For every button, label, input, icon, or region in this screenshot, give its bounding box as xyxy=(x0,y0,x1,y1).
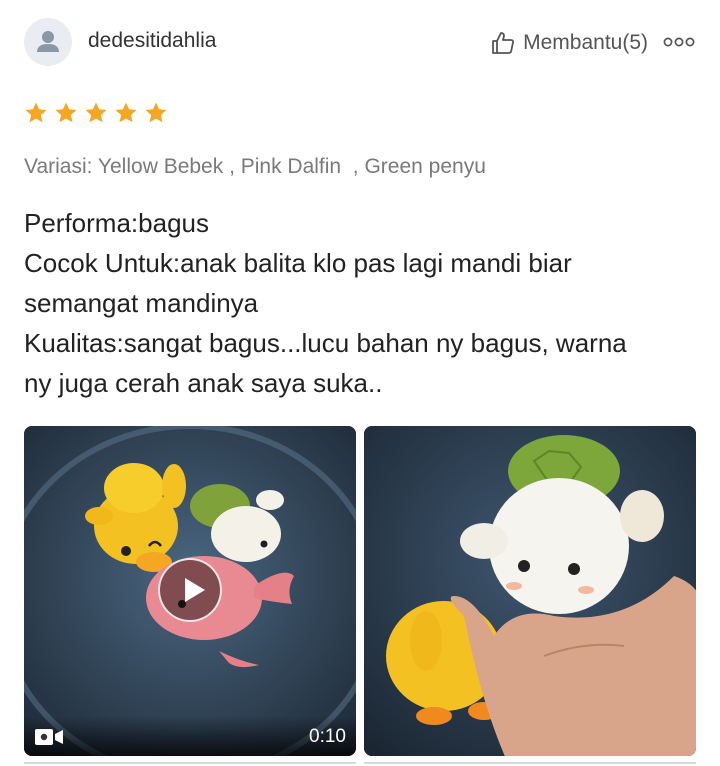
star-icon xyxy=(85,102,107,123)
more-options-icon[interactable] xyxy=(662,32,696,52)
thumbs-up-icon xyxy=(492,32,515,54)
divider xyxy=(364,762,696,764)
review-line-2: Cocok Untuk:anak balita klo pas lagi man… xyxy=(24,248,572,278)
helpful-button[interactable]: Membantu(5) xyxy=(490,30,648,56)
reviewer-username[interactable]: dedesitidahlia xyxy=(88,29,216,53)
star-icon xyxy=(145,102,167,123)
variation-text: Variasi: Yellow Bebek , Pink Dalfin , Gr… xyxy=(24,155,486,178)
star-rating xyxy=(24,101,168,125)
review-line-5: ny juga cerah anak saya suka.. xyxy=(24,368,383,398)
avatar[interactable] xyxy=(24,18,72,66)
divider xyxy=(24,762,356,764)
photo-scene-image xyxy=(364,426,696,756)
helpful-count-label: Membantu(5) xyxy=(523,31,648,54)
review-line-4: Kualitas:sangat bagus...lucu bahan ny ba… xyxy=(24,328,627,358)
star-icon xyxy=(25,102,47,123)
review-body: Performa:bagus Cocok Untuk:anak balita k… xyxy=(24,203,704,403)
review-card: dedesitidahlia Membantu(5) Variasi: Yell… xyxy=(0,0,720,766)
star-icon xyxy=(115,102,137,123)
review-photo-thumbnail[interactable] xyxy=(364,426,696,756)
review-line-1: Performa:bagus xyxy=(24,208,209,238)
review-line-3: semangat mandinya xyxy=(24,288,259,318)
video-info-bar: 0:10 xyxy=(24,716,356,756)
video-duration: 0:10 xyxy=(309,726,346,747)
play-icon[interactable] xyxy=(158,558,222,622)
video-camera-icon xyxy=(35,729,63,745)
review-header: dedesitidahlia Membantu(5) xyxy=(24,18,696,66)
review-video-thumbnail[interactable]: 0:10 xyxy=(24,426,356,756)
star-icon xyxy=(55,102,77,123)
person-icon xyxy=(37,31,59,52)
